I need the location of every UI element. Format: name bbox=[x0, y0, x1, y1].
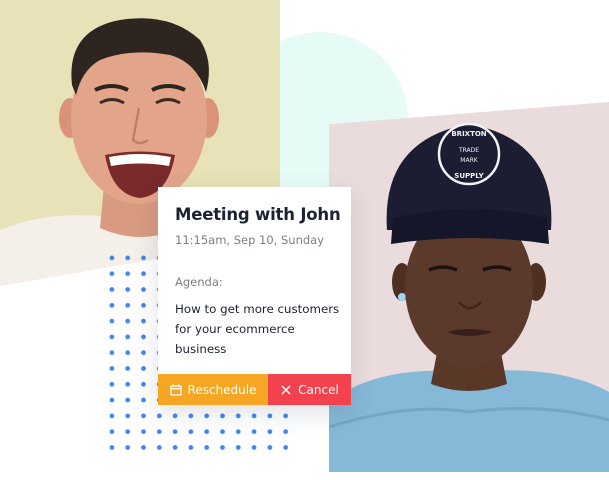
cancel-button[interactable]: Cancel bbox=[268, 374, 351, 405]
man-with-cap-illustration: BRIXTON TRADE MARK SUPPLY bbox=[329, 122, 609, 472]
cap-brand-mid2: MARK bbox=[460, 157, 478, 164]
agenda-text: How to get more customers for your ecomm… bbox=[175, 302, 340, 356]
cap-brand-bottom: SUPPLY bbox=[454, 172, 484, 180]
meeting-time: 11:15am, Sep 10, Sunday bbox=[175, 233, 325, 247]
cap-brand-mid1: TRADE bbox=[458, 147, 479, 154]
meeting-card: Meeting with John 11:15am, Sep 10, Sunda… bbox=[158, 187, 351, 405]
reschedule-label: Reschedule bbox=[187, 382, 257, 397]
close-icon bbox=[280, 384, 292, 396]
agenda-label: Agenda: bbox=[175, 275, 223, 289]
attendee-photo-right: BRIXTON TRADE MARK SUPPLY bbox=[329, 102, 609, 472]
cancel-label: Cancel bbox=[298, 382, 339, 397]
cap-brand-top: BRIXTON bbox=[451, 130, 486, 138]
reschedule-button[interactable]: Reschedule bbox=[158, 374, 268, 405]
meeting-title: Meeting with John bbox=[175, 205, 341, 224]
meeting-actions: Reschedule Cancel bbox=[158, 374, 351, 405]
calendar-icon bbox=[169, 384, 182, 396]
